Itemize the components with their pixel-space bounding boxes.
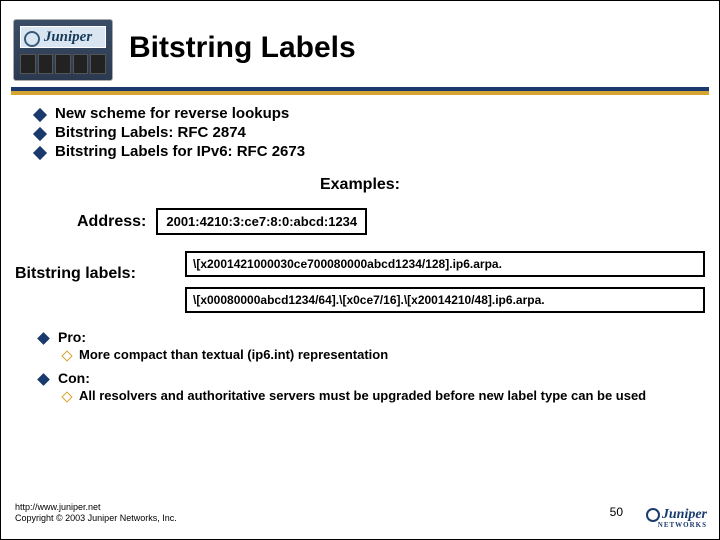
- hollow-diamond-icon: [63, 352, 71, 360]
- con-label: Con:: [58, 370, 90, 386]
- bullet-item: Bitstring Labels: RFC 2874: [35, 124, 705, 141]
- footer-copyright: Copyright © 2003 Juniper Networks, Inc.: [15, 513, 177, 525]
- examples-heading: Examples:: [15, 176, 705, 194]
- bitstring-row: Bitstring labels: \[x2001421000030ce7000…: [15, 251, 705, 323]
- device-ports: [20, 54, 106, 74]
- brand-device-image: Juniper: [13, 19, 113, 81]
- bullet-item: New scheme for reverse lookups: [35, 105, 705, 122]
- bullet-item: Bitstring Labels for IPv6: RFC 2673: [35, 143, 705, 160]
- pro-item: More compact than textual (ip6.int) repr…: [63, 347, 705, 362]
- diamond-bullet-icon: [37, 332, 50, 345]
- bitstring-label: Bitstring labels:: [15, 251, 185, 283]
- brand-plate: Juniper: [20, 26, 106, 48]
- bitstring-boxes: \[x2001421000030ce700080000abcd1234/128]…: [185, 251, 705, 323]
- bullet-text: New scheme for reverse lookups: [55, 105, 289, 122]
- divider-gold: [11, 91, 709, 95]
- brand-name: Juniper: [44, 29, 92, 46]
- diamond-bullet-icon: [33, 127, 47, 141]
- address-label: Address:: [77, 213, 146, 231]
- bitstring-box: \[x00080000abcd1234/64].\[x0ce7/16].\[x2…: [185, 287, 705, 313]
- bitstring-box: \[x2001421000030ce700080000abcd1234/128]…: [185, 251, 705, 277]
- con-heading: Con:: [39, 370, 705, 386]
- diamond-bullet-icon: [33, 108, 47, 122]
- pro-label: Pro:: [58, 329, 86, 345]
- address-row: Address: 2001:4210:3:ce7:8:0:abcd:1234: [77, 208, 705, 235]
- footer-logo: Juniper NETWORKS: [646, 508, 707, 529]
- diamond-bullet-icon: [33, 146, 47, 160]
- pro-text: More compact than textual (ip6.int) repr…: [79, 347, 388, 362]
- bullet-text: Bitstring Labels for IPv6: RFC 2673: [55, 143, 305, 160]
- page-number: 50: [610, 505, 623, 519]
- hollow-diamond-icon: [63, 393, 71, 401]
- bullet-text: Bitstring Labels: RFC 2874: [55, 124, 246, 141]
- footer-url: http://www.juniper.net: [15, 502, 177, 514]
- footer-brand-sub: NETWORKS: [646, 522, 707, 529]
- page-title: Bitstring Labels: [129, 31, 356, 65]
- footer-text: http://www.juniper.net Copyright © 2003 …: [15, 502, 177, 525]
- pro-heading: Pro:: [39, 329, 705, 345]
- address-box: 2001:4210:3:ce7:8:0:abcd:1234: [156, 208, 367, 235]
- content-area: New scheme for reverse lookups Bitstring…: [11, 105, 709, 491]
- logo-ring-icon: [646, 508, 660, 522]
- slide: Juniper Bitstring Labels New scheme for …: [0, 0, 720, 540]
- procon-section: Pro: More compact than textual (ip6.int)…: [15, 329, 705, 403]
- diamond-bullet-icon: [37, 373, 50, 386]
- con-text: All resolvers and authoritative servers …: [79, 388, 646, 403]
- con-item: All resolvers and authoritative servers …: [63, 388, 705, 403]
- footer-brand: Juniper: [662, 507, 707, 522]
